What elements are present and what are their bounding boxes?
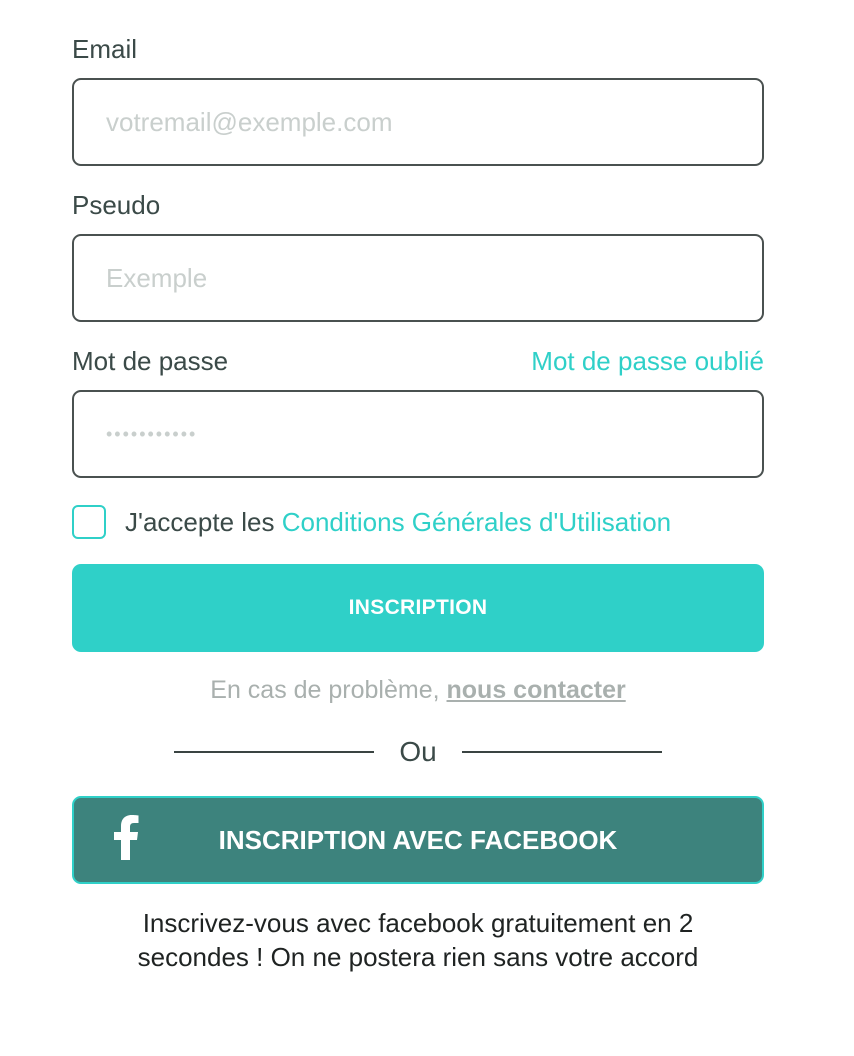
terms-row: J'accepte les Conditions Générales d'Uti… xyxy=(72,504,671,540)
pseudo-label: Pseudo xyxy=(72,190,161,220)
facebook-signup-button[interactable]: INSCRIPTION AVEC FACEBOOK xyxy=(72,796,764,884)
facebook-button-label: INSCRIPTION AVEC FACEBOOK xyxy=(218,824,618,855)
facebook-f-icon xyxy=(114,815,139,860)
password-label: Mot de passe xyxy=(72,346,229,376)
terms-checkbox[interactable] xyxy=(72,505,106,539)
facebook-note-line1: Inscrivez-vous avec facebook gratuitemen… xyxy=(142,908,694,938)
forgot-password-link[interactable]: Mot de passe oublié xyxy=(531,346,764,376)
facebook-note: Inscrivez-vous avec facebook gratuitemen… xyxy=(72,906,764,974)
inscription-button[interactable]: INSCRIPTION xyxy=(72,564,764,652)
pseudo-input[interactable] xyxy=(72,234,764,322)
divider-text: Ou xyxy=(399,736,437,767)
help-text: En cas de problème, nous contacter xyxy=(72,676,764,705)
terms-text: J'accepte les Conditions Générales d'Uti… xyxy=(125,507,671,538)
terms-prefix: J'accepte les xyxy=(125,506,282,537)
divider-line-right xyxy=(462,751,662,753)
terms-link[interactable]: Conditions Générales d'Utilisation xyxy=(282,507,671,537)
divider-line-left xyxy=(174,751,374,753)
facebook-note-line2: secondes ! On ne postera rien sans votre… xyxy=(137,942,699,972)
or-divider: Ou xyxy=(174,734,662,770)
contact-link[interactable]: nous contacter xyxy=(447,676,626,704)
help-prefix: En cas de problème, xyxy=(210,676,447,704)
email-input[interactable] xyxy=(72,78,764,166)
password-input[interactable] xyxy=(72,390,764,478)
email-label: Email xyxy=(72,34,138,64)
